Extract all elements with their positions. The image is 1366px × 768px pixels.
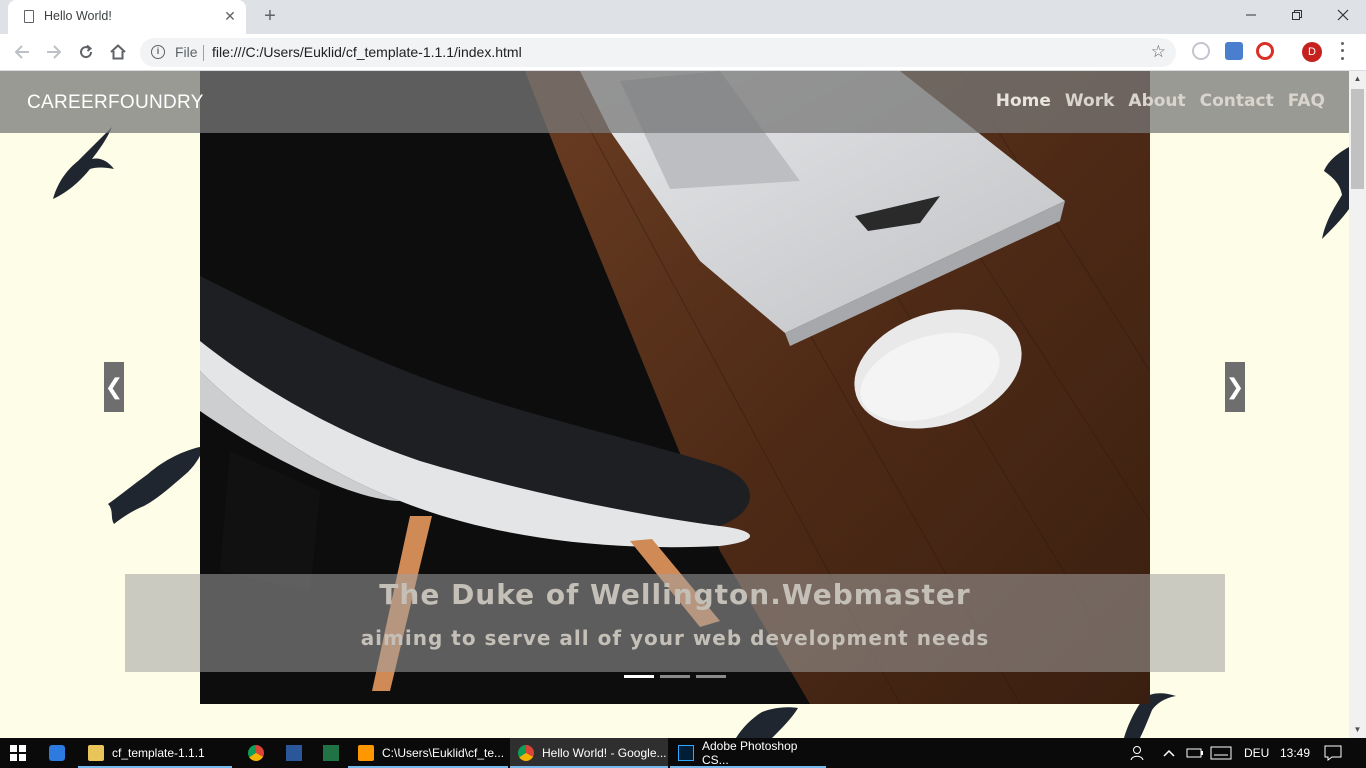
close-icon (1337, 9, 1349, 21)
folder-icon (88, 745, 104, 761)
nav-faq[interactable]: FAQ (1288, 91, 1325, 111)
notification-icon[interactable] (1324, 738, 1342, 768)
photoshop-icon (678, 745, 694, 761)
close-tab-icon[interactable]: ✕ (220, 6, 240, 26)
carousel-indicator[interactable] (696, 675, 726, 678)
skype-extension-icon[interactable] (1192, 42, 1210, 60)
minimize-icon (1246, 14, 1256, 16)
keyboard-icon[interactable] (1210, 738, 1232, 768)
minimize-button[interactable] (1228, 0, 1274, 30)
site-nav: Home Work About Contact FAQ (996, 91, 1325, 111)
address-bar[interactable]: i File file:///C:/Users/Euklid/cf_templa… (140, 38, 1176, 67)
site-brand[interactable]: CAREERFOUNDRY (27, 92, 204, 114)
forward-button[interactable] (41, 39, 67, 65)
carousel-indicator[interactable] (624, 675, 654, 678)
clock[interactable]: 13:49 (1280, 738, 1310, 768)
windows-logo-icon (10, 745, 26, 761)
web-page: CAREERFOUNDRY Home Work About Contact FA… (0, 71, 1349, 738)
taskbar-pinned-app[interactable] (44, 738, 70, 768)
caption-subtitle: aiming to serve all of your web developm… (360, 626, 990, 650)
home-icon (110, 44, 126, 60)
chevron-left-icon: ❮ (104, 374, 124, 399)
back-arrow-icon (14, 45, 29, 59)
scroll-down-icon[interactable]: ▼ (1349, 722, 1366, 738)
reload-button[interactable] (73, 39, 99, 65)
carousel-prev-button[interactable]: ❮ (104, 362, 124, 412)
bird-image (53, 127, 114, 199)
url-text[interactable]: file:///C:/Users/Euklid/cf_template-1.1.… (212, 44, 522, 60)
chrome-icon (248, 745, 264, 761)
reload-icon (80, 44, 93, 59)
taskbar-item-label: C:\Users\Euklid\cf_te... (382, 746, 505, 760)
power-icon[interactable] (1186, 738, 1204, 768)
caption-title: The Duke of Wellington.Webmaster (379, 578, 971, 611)
bookmark-star-icon[interactable]: ☆ (1151, 42, 1166, 62)
home-button[interactable] (105, 39, 131, 65)
tab-title: Hello World! (44, 9, 112, 23)
browser-menu-icon[interactable] (1336, 40, 1348, 62)
taskbar-item-chrome[interactable]: Hello World! - Google... (510, 738, 668, 768)
carousel-caption: The Duke of Wellington.Webmaster aiming … (125, 574, 1225, 672)
sublime-icon (358, 745, 374, 761)
translate-extension-icon[interactable] (1225, 42, 1243, 60)
opera-extension-icon[interactable] (1256, 42, 1274, 60)
browser-tab[interactable]: Hello World! ✕ (8, 0, 246, 34)
address-separator (203, 45, 204, 61)
nav-contact[interactable]: Contact (1200, 91, 1274, 111)
taskbar-item-sublime[interactable]: C:\Users\Euklid\cf_te... (348, 738, 508, 768)
scroll-up-icon[interactable]: ▲ (1349, 71, 1366, 87)
scheme-label: File (175, 44, 198, 60)
carousel-indicators (624, 675, 726, 678)
windows-taskbar: cf_template-1.1.1 C:\Users\Euklid\cf_te.… (0, 738, 1366, 768)
browser-toolbar: i File file:///C:/Users/Euklid/cf_templa… (0, 34, 1366, 71)
taskbar-item-label: Hello World! - Google... (542, 746, 667, 760)
taskbar-item-label: Adobe Photoshop CS... (702, 739, 798, 767)
word-icon (286, 745, 302, 761)
profile-avatar[interactable]: D (1302, 42, 1322, 62)
taskbar-item-photoshop[interactable]: Adobe Photoshop CS... (670, 738, 826, 768)
site-navbar: CAREERFOUNDRY Home Work About Contact FA… (0, 71, 1349, 133)
nav-home[interactable]: Home (996, 91, 1051, 111)
taskbar-item-excel[interactable] (319, 738, 343, 768)
restore-button[interactable] (1274, 0, 1320, 30)
chevron-right-icon: ❯ (1225, 374, 1245, 399)
carousel-next-button[interactable]: ❯ (1225, 362, 1245, 412)
info-icon[interactable]: i (151, 45, 165, 59)
bird-image-bottom (736, 707, 798, 738)
bird-image-lower (108, 446, 204, 524)
page-icon (24, 10, 34, 23)
page-scrollbar[interactable]: ▲ ▼ (1349, 71, 1366, 738)
taskbar-item-explorer[interactable]: cf_template-1.1.1 (78, 738, 232, 768)
restore-icon (1292, 10, 1302, 20)
input-language[interactable]: DEU (1244, 738, 1269, 768)
back-button[interactable] (9, 39, 35, 65)
excel-icon (323, 745, 339, 761)
start-button[interactable] (0, 738, 36, 768)
taskbar-item-chrome-pinned[interactable] (244, 738, 268, 768)
chrome-icon (518, 745, 534, 761)
nav-work[interactable]: Work (1065, 91, 1115, 111)
carousel-indicator[interactable] (660, 675, 690, 678)
nav-about[interactable]: About (1128, 91, 1185, 111)
outlook-icon (49, 745, 65, 761)
new-tab-button[interactable]: + (258, 4, 282, 28)
close-window-button[interactable] (1320, 0, 1366, 30)
tray-overflow-icon[interactable] (1162, 738, 1176, 768)
forward-arrow-icon (47, 45, 62, 59)
taskbar-item-word[interactable] (282, 738, 306, 768)
scroll-thumb[interactable] (1351, 89, 1364, 189)
taskbar-item-label: cf_template-1.1.1 (112, 746, 205, 760)
people-icon[interactable] (1130, 738, 1148, 768)
bird-image-right (1322, 147, 1349, 239)
tab-strip: Hello World! ✕ + (0, 0, 1366, 34)
